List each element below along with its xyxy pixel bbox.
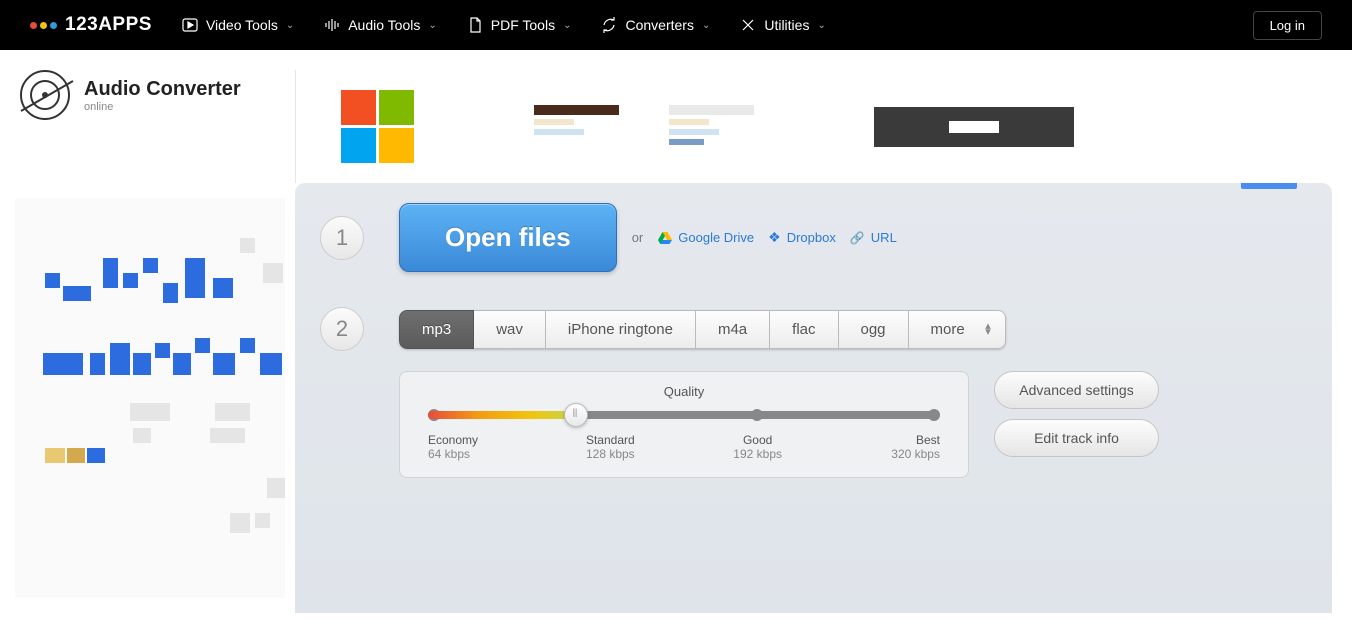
format-tabs: mp3 wav iPhone ringtone m4a flac ogg mor… [399,310,1006,349]
nav-converters[interactable]: Converters ⌄ [601,17,710,33]
or-text: or [632,230,644,245]
quality-best: Best320 kbps [870,433,940,461]
nav-utilities[interactable]: Utilities ⌄ [740,17,826,33]
chevron-down-icon: ⌄ [286,20,294,31]
brand-logo[interactable]: 123APPS [30,14,152,36]
format-flac[interactable]: flac [770,310,838,349]
chevron-down-icon: ⌄ [702,20,710,31]
quality-standard: Standard128 kbps [575,433,645,461]
app-brand: Audio Converter online [20,70,295,120]
format-wav[interactable]: wav [474,310,546,349]
refresh-icon [601,17,617,33]
advanced-settings-button[interactable]: Advanced settings [994,371,1159,409]
nav-audio-tools[interactable]: Audio Tools ⌄ [324,17,437,33]
gdrive-icon [658,232,672,244]
document-icon [467,17,483,33]
step-2: 2 mp3 wav iPhone ringtone m4a flac ogg m… [320,307,1282,351]
microsoft-logo-icon [341,90,414,163]
dropbox-link[interactable]: ❖ Dropbox [768,229,836,246]
step-number-1: 1 [320,216,364,260]
play-square-icon [182,17,198,33]
url-link[interactable]: 🔗 URL [850,230,897,245]
disc-icon [20,70,70,120]
app-title: Audio Converter [84,78,241,101]
sidebar-ad[interactable] [0,183,295,613]
ad-banner[interactable] [295,70,1352,183]
updown-icon: ▴▾ [985,323,991,335]
waveform-icon [324,17,340,33]
quality-good: Good192 kbps [723,433,793,461]
chevron-down-icon: ⌄ [563,20,571,31]
slider-knob[interactable] [564,403,588,427]
dropbox-icon: ❖ [768,229,781,246]
open-files-button[interactable]: Open files [399,203,617,272]
format-ogg[interactable]: ogg [839,310,909,349]
brand-text: 123APPS [65,14,152,36]
quality-title: Quality [428,384,940,399]
step-number-2: 2 [320,307,364,351]
logo-dots-icon [30,22,57,29]
format-iphone[interactable]: iPhone ringtone [546,310,696,349]
nav-pdf-tools[interactable]: PDF Tools ⌄ [467,17,572,33]
step-1: 1 Open files or Google Drive ❖ Dropbox 🔗… [320,203,1282,272]
tools-icon [740,17,756,33]
chevron-down-icon: ⌄ [817,20,825,31]
edit-track-info-button[interactable]: Edit track info [994,419,1159,457]
app-subtitle: online [84,101,241,113]
format-more[interactable]: more ▴▾ [909,310,1006,349]
quality-economy: Economy64 kbps [428,433,498,461]
nav-video-tools[interactable]: Video Tools ⌄ [182,17,294,33]
format-mp3[interactable]: mp3 [399,310,474,349]
login-button[interactable]: Log in [1253,11,1322,40]
google-drive-link[interactable]: Google Drive [658,230,754,245]
panel-accent [1241,183,1297,189]
quality-box: Quality Economy64 kbps Standard128 kbps … [399,371,969,478]
quality-slider[interactable] [428,411,940,419]
top-navbar: 123APPS Video Tools ⌄ Audio Tools ⌄ PDF … [0,0,1352,50]
link-icon: 🔗 [850,231,865,245]
chevron-down-icon: ⌄ [428,20,436,31]
converter-panel: 1 Open files or Google Drive ❖ Dropbox 🔗… [295,183,1332,613]
format-m4a[interactable]: m4a [696,310,770,349]
